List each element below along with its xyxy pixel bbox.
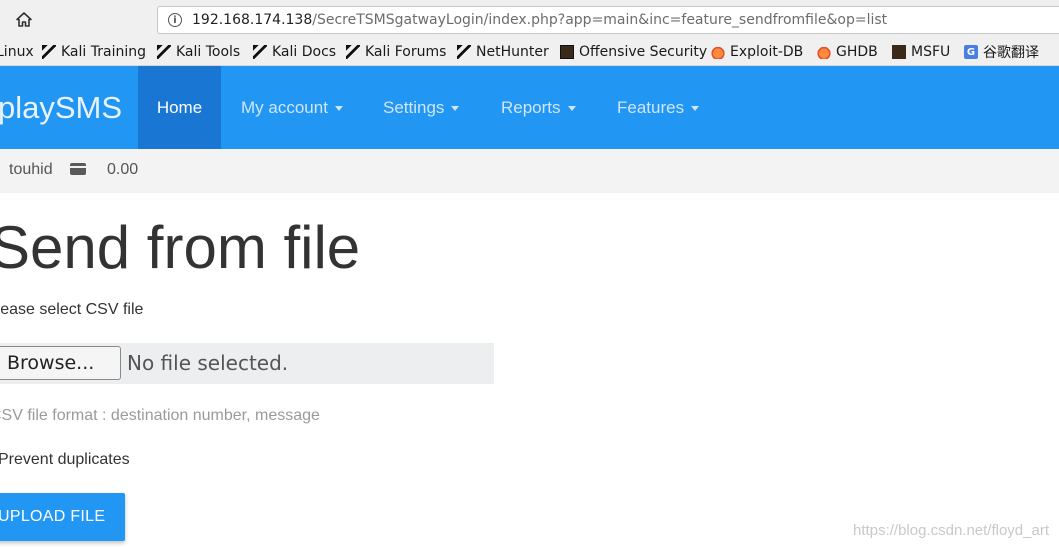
bookmark-label: Offensive Security [579, 44, 708, 60]
file-status: No file selected. [127, 351, 289, 375]
bookmark-label: Kali Training [61, 44, 146, 60]
home-icon[interactable] [10, 8, 38, 32]
bookmark-msfu[interactable]: MSFU [892, 42, 950, 62]
app-navbar: playSMS Home My account Settings Reports… [0, 66, 1059, 149]
bookmark-kali-docs[interactable]: Kali Docs [253, 42, 336, 62]
kali-dragon-icon [346, 45, 360, 59]
url-bar[interactable]: i 192.168.174.138/SecreTSMSgatwayLogin/i… [157, 6, 1059, 34]
ghdb-icon [817, 45, 831, 59]
bookmark-label: 谷歌翻译 [983, 45, 1039, 61]
bookmark-nethunter[interactable]: NetHunter [457, 42, 549, 62]
bookmark-kali-tools[interactable]: Kali Tools [157, 42, 240, 62]
nav-label: Home [156, 98, 203, 117]
info-icon[interactable]: i [168, 13, 182, 27]
csv-file-label: Please select CSV file [0, 301, 144, 318]
bookmark-label: Kali Tools [176, 44, 241, 60]
bookmark-linux[interactable]: Linux [0, 42, 34, 62]
google-translate-icon: G [964, 45, 978, 59]
nav-label: My account [241, 98, 328, 117]
bookmark-ghdb[interactable]: GHDB [817, 42, 878, 62]
watermark: https://blog.csdn.net/floyd_art [853, 522, 1049, 539]
exploit-db-icon [711, 45, 725, 59]
bookmark-label: NetHunter [476, 44, 549, 60]
browser-toolbar: i 192.168.174.138/SecreTSMSgatwayLogin/i… [0, 0, 1059, 38]
upload-file-button[interactable]: UPLOAD FILE [0, 493, 125, 541]
nav-label: Reports [501, 98, 561, 117]
caret-down-icon [334, 106, 343, 112]
page-title: Send from file [0, 214, 361, 281]
bookmark-label: Linux [0, 44, 34, 60]
kali-dragon-icon [157, 45, 171, 59]
caret-down-icon [567, 106, 576, 112]
credit-balance: 0.00 [107, 161, 139, 178]
nav-features[interactable]: Features [617, 66, 700, 149]
caret-down-icon [451, 106, 460, 112]
credit-card-icon [70, 163, 86, 175]
bookmark-label: Kali Docs [272, 44, 337, 60]
bookmark-offensive-security[interactable]: Offensive Security [560, 42, 707, 62]
nav-reports[interactable]: Reports [501, 66, 576, 149]
url-host: 192.168.174.138 [192, 12, 313, 28]
csv-format-help: CSV file format : destination number, me… [0, 407, 320, 424]
offsec-icon [560, 45, 574, 59]
browse-button[interactable]: Browse... [0, 346, 121, 380]
bookmark-kali-forums[interactable]: Kali Forums [346, 42, 446, 62]
file-input[interactable]: Browse... No file selected. [0, 343, 494, 384]
bookmarks-bar: Linux Kali Training Kali Tools Kali Docs… [0, 38, 1059, 66]
user-info-bar: touhid 0.00 [0, 149, 1059, 193]
prevent-duplicates-label[interactable]: Prevent duplicates [0, 451, 130, 469]
nav-my-account[interactable]: My account [241, 66, 343, 149]
bookmark-label: MSFU [911, 44, 951, 60]
url-text: 192.168.174.138/SecreTSMSgatwayLogin/ind… [192, 12, 887, 28]
caret-down-icon [691, 106, 700, 112]
url-path: /SecreTSMSgatwayLogin/index.php?app=main… [312, 12, 888, 28]
kali-dragon-icon [42, 45, 56, 59]
msfu-icon [892, 45, 906, 59]
nav-label: Settings [383, 98, 445, 117]
nav-label: Features [617, 98, 685, 117]
nav-home[interactable]: Home [138, 66, 221, 149]
kali-dragon-icon [457, 45, 471, 59]
bookmark-kali-training[interactable]: Kali Training [42, 42, 146, 62]
bookmark-label: GHDB [836, 44, 878, 60]
bookmark-exploit-db[interactable]: Exploit-DB [711, 42, 803, 62]
nav-settings[interactable]: Settings [383, 66, 460, 149]
kali-dragon-icon [253, 45, 267, 59]
brand-logo[interactable]: playSMS [0, 66, 122, 149]
bookmark-label: Kali Forums [365, 44, 447, 60]
bookmark-label: Exploit-DB [730, 44, 804, 60]
bookmark-google-translate[interactable]: G 谷歌翻译 [964, 42, 1039, 62]
username[interactable]: touhid [9, 161, 53, 179]
